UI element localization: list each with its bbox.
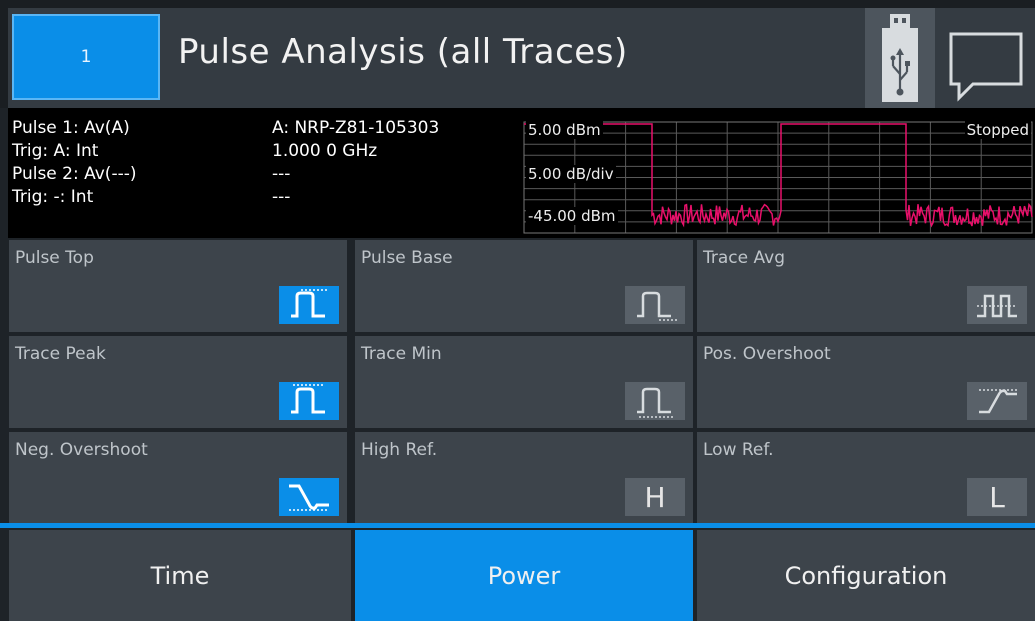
tile-low-ref[interactable]: Low Ref. L (697, 432, 1035, 524)
trace-avg-icon (967, 286, 1027, 324)
tile-pulse-base[interactable]: Pulse Base (355, 240, 693, 332)
frequency-label: 1.000 0 GHz (272, 141, 378, 161)
trace-bottom-level: -45.00 dBm (526, 207, 618, 225)
neg-overshoot-icon (279, 478, 339, 516)
header-bar: 1 Pulse Analysis (all Traces) (0, 0, 1035, 108)
low-ref-letter: L (989, 480, 1005, 514)
trace-scale: 5.00 dB/div (526, 165, 616, 183)
tile-trace-min[interactable]: Trace Min (355, 336, 693, 428)
high-ref-letter: H (644, 480, 666, 514)
tile-label: Trace Peak (15, 344, 106, 364)
frequency2-label: --- (272, 187, 291, 207)
trace-preview[interactable]: 5.00 dBm 5.00 dB/div -45.00 dBm Stopped (522, 108, 1035, 238)
sensor2-label: --- (272, 164, 291, 184)
tile-label: High Ref. (361, 440, 438, 460)
usb-button[interactable] (865, 8, 935, 108)
usb-icon (882, 14, 918, 102)
page-title: Pulse Analysis (all Traces) (178, 32, 628, 72)
measurement-info-panel: Pulse 1: Av(A) Trig: A: Int Pulse 2: Av(… (8, 108, 522, 238)
tile-label: Pulse Base (361, 248, 453, 268)
tile-label: Neg. Overshoot (15, 440, 148, 460)
tab-time[interactable]: Time (9, 530, 351, 621)
tab-configuration[interactable]: Configuration (697, 530, 1035, 621)
pulse1-label: Pulse 1: Av(A) (12, 118, 130, 138)
trace-top-level: 5.00 dBm (526, 121, 603, 139)
sensor-label: A: NRP-Z81-105303 (272, 118, 440, 138)
tab-power[interactable]: Power (355, 530, 693, 621)
tile-label: Low Ref. (703, 440, 774, 460)
channel-label: 1 (80, 47, 92, 67)
pulse-top-icon (279, 286, 339, 324)
speech-bubble-icon (949, 32, 1023, 102)
tile-high-ref[interactable]: High Ref. H (355, 432, 693, 524)
low-ref-icon: L (967, 478, 1027, 516)
tile-pos-overshoot[interactable]: Pos. Overshoot (697, 336, 1035, 428)
pos-overshoot-icon (967, 382, 1027, 420)
tile-label: Pulse Top (15, 248, 94, 268)
trig1-label: Trig: A: Int (12, 141, 99, 161)
pulse2-label: Pulse 2: Av(---) (12, 164, 137, 184)
tab-bar-accent (0, 523, 1035, 528)
trig2-label: Trig: -: Int (12, 187, 94, 207)
tile-label: Trace Avg (703, 248, 785, 268)
channel-button[interactable]: 1 (12, 14, 160, 100)
tile-neg-overshoot[interactable]: Neg. Overshoot (9, 432, 347, 524)
trace-status: Stopped (964, 121, 1031, 139)
high-ref-icon: H (625, 478, 685, 516)
trace-peak-icon (279, 382, 339, 420)
tile-pulse-top[interactable]: Pulse Top (9, 240, 347, 332)
message-button[interactable] (937, 8, 1035, 108)
tile-label: Pos. Overshoot (703, 344, 831, 364)
tile-label: Trace Min (361, 344, 442, 364)
tile-trace-peak[interactable]: Trace Peak (9, 336, 347, 428)
pulse-base-icon (625, 286, 685, 324)
trace-min-icon (625, 382, 685, 420)
tile-trace-avg[interactable]: Trace Avg (697, 240, 1035, 332)
